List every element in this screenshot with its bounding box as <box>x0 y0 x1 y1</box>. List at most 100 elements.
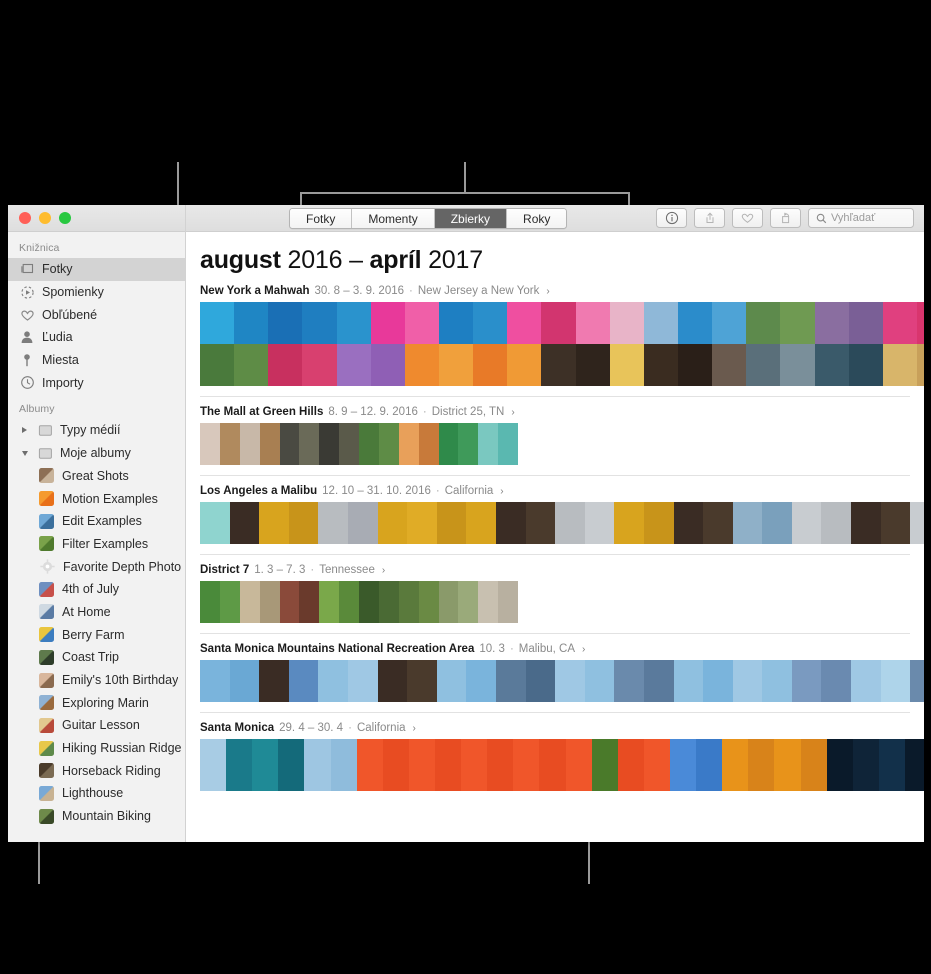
collection-header[interactable]: The Mall at Green Hills 8. 9 – 12. 9. 201… <box>200 405 910 423</box>
photo-thumbnail[interactable] <box>378 423 399 465</box>
photo-thumbnail[interactable] <box>762 502 792 544</box>
photo-strip[interactable] <box>200 423 518 465</box>
photo-thumbnail[interactable] <box>882 302 917 344</box>
photo-thumbnail[interactable] <box>643 739 670 791</box>
photo-thumbnail[interactable] <box>200 502 230 544</box>
tab-zbierky[interactable]: Zbierky <box>434 209 508 228</box>
photo-thumbnail[interactable] <box>200 423 220 465</box>
photo-thumbnail[interactable] <box>466 660 496 702</box>
photo-thumbnail[interactable] <box>239 423 260 465</box>
photo-thumbnail[interactable] <box>916 344 924 386</box>
photo-thumbnail[interactable] <box>565 739 592 791</box>
photo-thumbnail[interactable] <box>507 302 542 344</box>
photo-thumbnail[interactable] <box>746 302 781 344</box>
photo-thumbnail[interactable] <box>200 302 235 344</box>
photo-thumbnail[interactable] <box>780 344 815 386</box>
sidebar-album-hiking-russian-ridge[interactable]: Hiking Russian Ridge <box>8 737 185 760</box>
photo-thumbnail[interactable] <box>319 423 340 465</box>
photo-thumbnail[interactable] <box>851 660 881 702</box>
photo-thumbnail[interactable] <box>347 660 378 702</box>
photo-thumbnail[interactable] <box>219 423 240 465</box>
photo-thumbnail[interactable] <box>852 739 879 791</box>
minimize-button[interactable] <box>39 212 51 224</box>
photo-thumbnail[interactable] <box>404 302 439 344</box>
sidebar-album-great-shots[interactable]: Great Shots <box>8 465 185 488</box>
photo-thumbnail[interactable] <box>370 302 405 344</box>
photo-thumbnail[interactable] <box>259 423 280 465</box>
photo-thumbnail[interactable] <box>774 739 801 791</box>
photo-thumbnail[interactable] <box>791 502 822 544</box>
collection-header[interactable]: Santa Monica 29. 4 – 30. 4 · California › <box>200 721 910 739</box>
photo-thumbnail[interactable] <box>851 502 881 544</box>
chevron-right-icon[interactable]: › <box>382 565 385 576</box>
photo-thumbnail[interactable] <box>712 302 747 344</box>
photo-thumbnail[interactable] <box>407 502 437 544</box>
photo-thumbnail[interactable] <box>382 739 409 791</box>
photo-thumbnail[interactable] <box>336 344 371 386</box>
photo-thumbnail[interactable] <box>791 660 822 702</box>
photo-thumbnail[interactable] <box>525 502 556 544</box>
photo-thumbnail[interactable] <box>359 581 379 623</box>
photo-thumbnail[interactable] <box>473 302 508 344</box>
photo-thumbnail[interactable] <box>821 502 852 544</box>
sidebar-scroll[interactable]: Knižnica Fotky Spomienky Obľúbené Ľudia Mies… <box>8 232 185 842</box>
photo-thumbnail[interactable] <box>304 739 331 791</box>
photo-thumbnail[interactable] <box>703 660 733 702</box>
photo-thumbnail[interactable] <box>880 660 911 702</box>
photo-thumbnail[interactable] <box>438 423 459 465</box>
photo-thumbnail[interactable] <box>461 739 488 791</box>
photo-thumbnail[interactable] <box>617 739 644 791</box>
photo-thumbnail[interactable] <box>677 344 713 386</box>
photo-thumbnail[interactable] <box>378 581 399 623</box>
chevron-right-icon[interactable]: › <box>546 286 549 297</box>
share-button[interactable] <box>694 208 725 228</box>
sidebar-album-coast-trip[interactable]: Coast Trip <box>8 646 185 669</box>
photo-thumbnail[interactable] <box>478 581 499 623</box>
photo-thumbnail[interactable] <box>539 739 566 791</box>
chevron-down-icon[interactable] <box>19 450 30 456</box>
photo-thumbnail[interactable] <box>434 739 462 791</box>
photo-thumbnail[interactable] <box>436 660 467 702</box>
photo-thumbnail[interactable] <box>673 660 704 702</box>
photo-thumbnail[interactable] <box>436 502 467 544</box>
sidebar-album-mountain-biking[interactable]: Mountain Biking <box>8 805 185 828</box>
photo-thumbnail[interactable] <box>319 581 340 623</box>
photo-thumbnail[interactable] <box>302 302 337 344</box>
photo-thumbnail[interactable] <box>408 739 435 791</box>
sidebar-album-favorite-depth-photo[interactable]: Favorite Depth Photo <box>8 555 185 578</box>
sidebar-group-typy-m-di-[interactable]: Typy médií <box>8 419 185 442</box>
photo-thumbnail[interactable] <box>495 660 526 702</box>
collection-header[interactable]: New York a Mahwah 30. 8 – 3. 9. 2016 · New … <box>200 284 910 302</box>
photo-thumbnail[interactable] <box>219 581 240 623</box>
photo-thumbnail[interactable] <box>268 344 303 386</box>
photo-thumbnail[interactable] <box>762 660 792 702</box>
photo-thumbnail[interactable] <box>673 502 704 544</box>
photo-thumbnail[interactable] <box>398 581 419 623</box>
photo-thumbnail[interactable] <box>541 344 576 386</box>
sidebar-item-miesta[interactable]: Miesta <box>8 349 185 372</box>
photo-thumbnail[interactable] <box>239 581 260 623</box>
photo-strip[interactable] <box>200 581 518 623</box>
chevron-right-icon[interactable]: › <box>582 644 585 655</box>
photo-strip[interactable] <box>200 739 924 791</box>
photo-thumbnail[interactable] <box>418 423 439 465</box>
photo-thumbnail[interactable] <box>404 344 439 386</box>
photo-thumbnail[interactable] <box>703 502 733 544</box>
search-field[interactable]: Vyhľadať <box>808 208 914 228</box>
sidebar-album-lighthouse[interactable]: Lighthouse <box>8 782 185 805</box>
chevron-right-icon[interactable]: › <box>413 723 416 734</box>
collection-header[interactable]: Los Angeles a Malibu 12. 10 – 31. 10. 201… <box>200 484 910 502</box>
sidebar-album-motion-examples[interactable]: Motion Examples <box>8 487 185 510</box>
photo-thumbnail[interactable] <box>910 502 924 544</box>
info-button[interactable] <box>656 208 687 228</box>
photo-thumbnail[interactable] <box>377 660 408 702</box>
sidebar-item--udia[interactable]: Ľudia <box>8 326 185 349</box>
photo-thumbnail[interactable] <box>722 739 749 791</box>
photo-thumbnail[interactable] <box>299 423 320 465</box>
photo-thumbnail[interactable] <box>555 660 585 702</box>
photo-thumbnail[interactable] <box>643 302 678 344</box>
photo-thumbnail[interactable] <box>370 344 405 386</box>
photo-thumbnail[interactable] <box>826 739 853 791</box>
photo-thumbnail[interactable] <box>541 302 576 344</box>
photo-thumbnail[interactable] <box>279 581 300 623</box>
